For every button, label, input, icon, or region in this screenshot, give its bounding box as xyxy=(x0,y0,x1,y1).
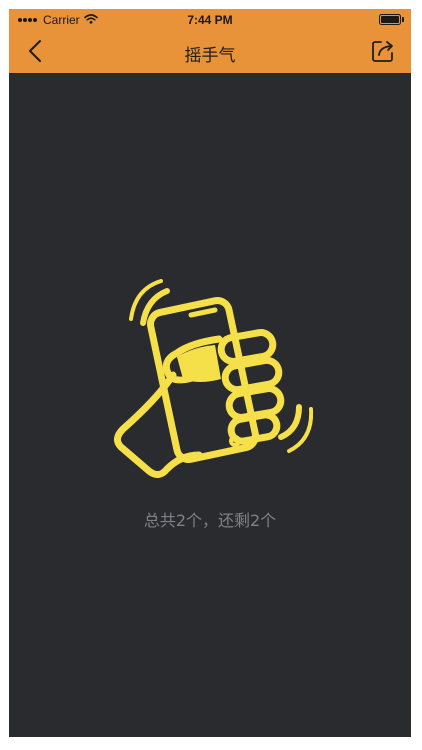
shake-phone-hand-icon[interactable] xyxy=(103,279,314,489)
red-packet-count: 总共2个，还剩2个 xyxy=(143,511,277,530)
page-title: 摇手气 xyxy=(184,46,236,66)
status-time: 7:44 PM xyxy=(187,13,233,27)
header: Carrier 7:44 PM 摇手气 xyxy=(9,9,411,73)
battery-icon xyxy=(379,14,404,25)
status-bar: Carrier 7:44 PM xyxy=(9,9,411,31)
battery-level xyxy=(381,16,399,23)
share-button[interactable] xyxy=(367,37,399,69)
app-screen: Carrier 7:44 PM 摇手气 总共2个，还剩2个 xyxy=(9,9,411,737)
navigation-bar: 摇手气 xyxy=(9,31,411,73)
share-icon xyxy=(370,38,396,69)
